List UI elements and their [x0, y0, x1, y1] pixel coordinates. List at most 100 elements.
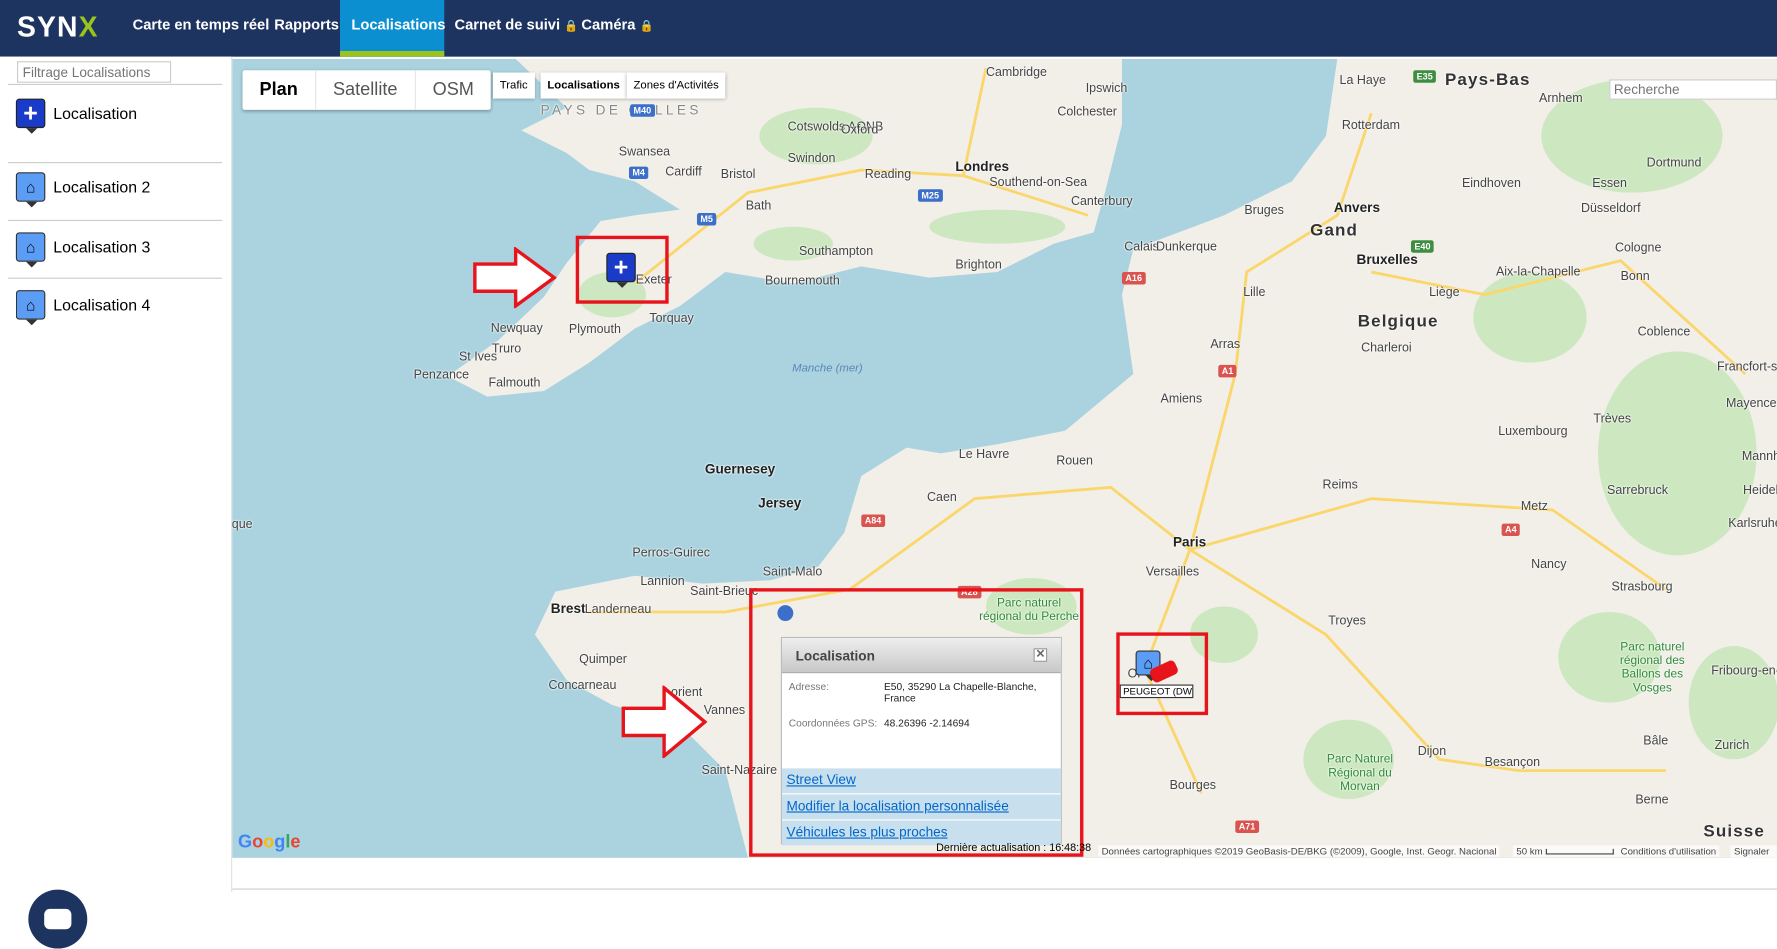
street-view-link[interactable]: Street View — [781, 768, 1061, 794]
map-type-control: Plan Satellite OSM — [242, 70, 491, 110]
divider — [7, 162, 223, 164]
map-label: Bath — [745, 199, 772, 214]
map-label: Dijon — [1417, 744, 1447, 759]
location-item[interactable]: ⌂ Localisation 4 — [15, 284, 150, 326]
road-shield: A4 — [1501, 523, 1521, 537]
map-label: Concarneau — [548, 678, 617, 693]
close-icon[interactable]: ✕ — [1033, 648, 1048, 662]
map-label: Amiens — [1160, 392, 1203, 406]
pushpin-icon[interactable] — [777, 605, 794, 622]
map-label: Lannion — [640, 574, 685, 589]
map-label: Luxembourg — [1498, 424, 1568, 439]
map-label: Torquay — [649, 311, 694, 326]
road-shield: E40 — [1410, 240, 1434, 253]
address-value: E50, 35290 La Chapelle-Blanche, France — [883, 681, 1037, 704]
map-label: Canterbury — [1070, 194, 1133, 209]
terms-link[interactable]: Conditions d'utilisation — [1617, 845, 1720, 857]
gps-label: Coordonnées GPS: — [788, 717, 878, 729]
nav-camera[interactable]: Caméra 🔒 — [570, 0, 665, 57]
map-label: Jersey — [758, 495, 802, 512]
map-label: Bonn — [1620, 269, 1650, 284]
map[interactable]: Plan Satellite OSM Trafic Localisations … — [232, 58, 1777, 858]
divider — [7, 277, 223, 279]
location-item[interactable]: ⌂ Localisation 2 — [15, 167, 150, 208]
map-label: Lille — [1243, 285, 1266, 300]
gps-value: 48.26396 -2.14694 — [883, 717, 970, 729]
location-popup: Localisation ✕ Adresse: E50, 35290 La Chap… — [780, 636, 1062, 846]
map-type-satellite[interactable]: Satellite — [316, 70, 416, 110]
map-label: Vannes — [703, 703, 746, 718]
address-label: Adresse: — [788, 681, 830, 693]
map-label: Troyes — [1328, 614, 1366, 628]
location-item[interactable]: + Localisation — [15, 93, 137, 134]
divider — [7, 219, 223, 221]
map-label: Nancy — [1531, 557, 1567, 572]
map-label: Bristol — [720, 167, 756, 182]
map-label: Swindon — [787, 151, 836, 166]
nav-logbook[interactable]: Carnet de suivi 🔒 — [443, 0, 590, 57]
nav-reports[interactable]: Rapports — [263, 0, 350, 57]
map-type-plan[interactable]: Plan — [243, 70, 316, 110]
map-label: Bourges — [1169, 778, 1217, 793]
map-label: Karlsruhe — [1728, 516, 1777, 531]
map-label: St Ives — [458, 350, 498, 364]
toggle-activity-zones[interactable]: Zones d'Activités — [626, 72, 726, 99]
map-label: Liège — [1429, 285, 1460, 300]
location-item[interactable]: ⌂ Localisation 3 — [15, 227, 150, 268]
map-label: Parc naturel régional des Ballons des Vo… — [1619, 640, 1685, 695]
edit-location-link[interactable]: Modifier la localisation personnalisée — [781, 794, 1061, 820]
filter-locations-input[interactable] — [16, 61, 172, 83]
map-label: Saint-Malo — [762, 565, 823, 580]
toggle-traffic[interactable]: Trafic — [492, 72, 535, 99]
map-label: Newquay — [490, 321, 543, 336]
chat-bubble-icon — [44, 908, 72, 930]
map-label: Aix-la-Chapelle — [1495, 265, 1581, 279]
report-link[interactable]: Signaler u — [1730, 845, 1777, 858]
map-type-osm[interactable]: OSM — [416, 70, 491, 110]
map-label: Quimper — [579, 652, 627, 667]
map-label: Arras — [1210, 337, 1241, 352]
popup-header: Localisation ✕ — [781, 638, 1061, 674]
map-label: Mannheim — [1741, 449, 1777, 464]
map-label: Trèves — [1593, 412, 1632, 427]
map-search-input[interactable] — [1609, 79, 1777, 100]
map-label: Paris — [1172, 533, 1207, 550]
lock-icon: 🔒 — [639, 20, 654, 33]
map-label: tique — [232, 517, 253, 532]
map-label: Reims — [1322, 478, 1358, 492]
chat-button[interactable] — [28, 889, 88, 949]
map-label: Metz — [1520, 499, 1548, 514]
toggle-locations[interactable]: Localisations — [540, 72, 627, 99]
home-marker-icon: ⌂ — [15, 172, 46, 208]
nav-locations[interactable]: Localisations — [339, 0, 445, 57]
map-label: Penzance — [413, 368, 470, 382]
map-label: Swansea — [618, 145, 671, 159]
map-label: Bruges — [1244, 203, 1284, 218]
map-label: Besançon — [1484, 755, 1541, 770]
sidebar: + Localisation ⌂ Localisation 2 ⌂ Localisat… — [0, 56, 233, 949]
map-label: Suisse — [1703, 821, 1765, 841]
home-marker-icon: ⌂ — [15, 232, 46, 268]
map-label: Belgique — [1357, 311, 1439, 331]
map-label: Falmouth — [488, 376, 541, 390]
map-label: Berne — [1635, 793, 1669, 807]
synx-logo[interactable]: SYNX — [17, 11, 99, 44]
map-label: Charleroi — [1361, 341, 1412, 355]
road-shield: M5 — [696, 213, 717, 226]
map-label: La Haye — [1339, 73, 1387, 88]
plus-location-marker[interactable]: + — [606, 252, 636, 288]
google-logo[interactable]: Google — [238, 833, 301, 853]
vehicle-label[interactable]: PEUGEOT (DW 8 — [1119, 684, 1194, 699]
map-label: Rouen — [1056, 454, 1093, 469]
map-label: Bruxelles — [1356, 251, 1418, 268]
nav-realtime-map[interactable]: Carte en temps réel — [121, 0, 280, 57]
map-label: Guernesey — [704, 461, 776, 478]
map-label: Southend-on-Sea — [989, 175, 1088, 190]
map-label: Dunkerque — [1155, 240, 1217, 254]
nav-camera-label: Caméra — [581, 15, 636, 33]
map-label: Reading — [864, 167, 912, 182]
road-shield: A71 — [1235, 820, 1259, 833]
map-label: Cologne — [1614, 241, 1662, 255]
map-label: Rotterdam — [1341, 118, 1401, 133]
last-update: Dernière actualisation : 16:48:38 — [936, 842, 1092, 855]
